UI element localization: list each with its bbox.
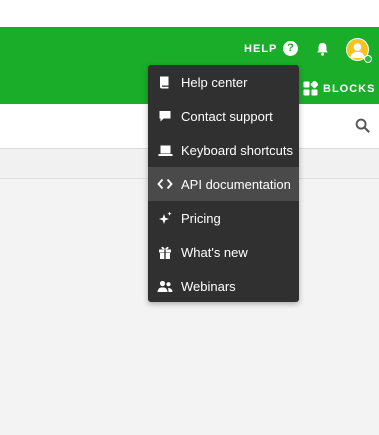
book-icon [157,74,173,90]
sparkles-icon [157,210,173,226]
blocks-button[interactable]: BLOCKS [303,81,375,96]
menu-item-label: Help center [181,74,248,90]
menu-item-keyboard-shortcuts[interactable]: Keyboard shortcuts [148,133,299,167]
online-status-dot [364,55,372,63]
menu-item-label: API documentation [181,176,291,192]
people-icon [157,278,173,294]
search-icon[interactable] [355,118,370,133]
blocks-label: BLOCKS [323,82,376,95]
menu-item-help-center[interactable]: Help center [148,65,299,99]
menu-item-label: What's new [181,244,248,260]
menu-item-webinars[interactable]: Webinars [148,269,299,303]
gift-icon [157,244,173,260]
help-button[interactable]: HELP [244,43,277,55]
menu-item-contact-support[interactable]: Contact support [148,99,299,133]
code-icon [157,176,173,192]
menu-item-label: Contact support [181,108,273,124]
help-icon[interactable]: ? [283,41,298,56]
chat-bubble-icon [157,108,173,124]
notification-bell-icon[interactable] [315,41,330,57]
menu-item-whats-new[interactable]: What's new [148,235,299,269]
help-dropdown-menu: Help center Contact support Keyboard sho… [148,65,299,302]
menu-item-api-documentation[interactable]: API documentation [148,167,299,201]
menu-item-label: Webinars [181,278,236,294]
blocks-icon [303,81,318,96]
menu-item-pricing[interactable]: Pricing [148,201,299,235]
menu-item-label: Keyboard shortcuts [181,142,294,158]
menu-item-label: Pricing [181,210,221,226]
top-strip [0,0,379,27]
laptop-icon [157,142,173,158]
